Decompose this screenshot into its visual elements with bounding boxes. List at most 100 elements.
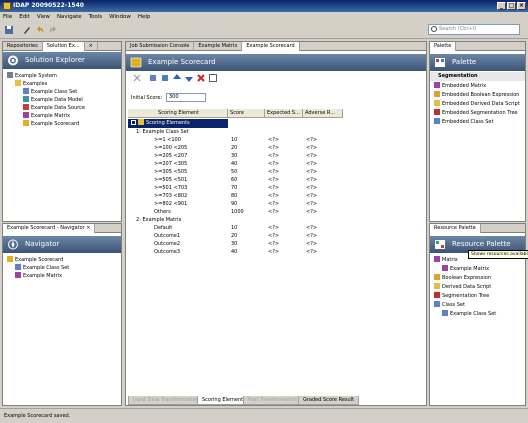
undo-icon[interactable] <box>35 25 45 35</box>
pencil-icon[interactable] <box>22 25 32 35</box>
tree-item-matrix[interactable]: Example Matrix <box>23 112 70 120</box>
score-cell[interactable]: 40 <box>229 248 265 257</box>
tab-close-icon[interactable]: × <box>85 42 98 51</box>
palette-item-class-set[interactable]: Embedded Class Set <box>434 118 493 126</box>
editor-toolbar <box>126 72 426 84</box>
tab-example-scorecard[interactable]: Example Scorecard <box>242 42 300 51</box>
tree-item-data-source[interactable]: Example Data Source <box>23 104 85 112</box>
tab-graded-score-result[interactable]: Graded Score Result <box>298 396 360 405</box>
resource-item-segmentation-tree[interactable]: Segmentation Tree <box>434 292 489 300</box>
cut-icon[interactable] <box>132 73 142 83</box>
tree-item-data-model[interactable]: Example Data Model <box>23 96 83 104</box>
tree-item-system[interactable]: Example System <box>7 72 57 80</box>
data-model-icon <box>23 96 29 102</box>
palette-item-derived-script[interactable]: Embedded Derived Data Script <box>434 100 520 108</box>
resource-item-derived-script[interactable]: Derived Data Script <box>434 283 491 291</box>
tree-item-class-set[interactable]: Example Class Set <box>23 88 77 96</box>
save-icon[interactable] <box>4 25 14 35</box>
resource-item-example-class-set[interactable]: Example Class Set <box>442 310 496 318</box>
tab-example-matrix[interactable]: Example Matrix <box>194 42 243 51</box>
tab-resource-palette[interactable]: Resource Palette <box>430 224 481 233</box>
palette-section-segmentation[interactable]: Segmentation <box>430 72 525 81</box>
title-bar: IDAP 20090522-1540 _ □ × <box>0 0 528 12</box>
palette-panel: Palette Palette Segmentation Embedded Ma… <box>429 41 526 222</box>
expected-cell[interactable]: <?> <box>266 248 303 257</box>
tree-icon <box>434 292 440 298</box>
close-button[interactable]: × <box>517 2 526 10</box>
score-cell[interactable]: 1000 <box>229 208 265 217</box>
resource-item-example-matrix[interactable]: Example Matrix <box>442 265 489 273</box>
gear-icon <box>8 55 18 66</box>
window-title: IDAP 20090522-1540 <box>13 2 84 9</box>
move-up-icon[interactable] <box>172 73 182 83</box>
palette-item-boolean[interactable]: Embedded Boolean Expression <box>434 91 519 99</box>
menu-navigate[interactable]: Navigate <box>57 14 82 20</box>
search-placeholder: Search (Ctrl+I) <box>439 26 477 32</box>
resource-item-boolean[interactable]: Boolean Expression <box>434 274 491 282</box>
column-header-expected[interactable]: Expected S... <box>265 109 303 118</box>
class-set-icon <box>442 310 448 316</box>
tree-item-scorecard[interactable]: Example Scorecard <box>23 120 79 128</box>
maximize-button[interactable]: □ <box>507 2 516 10</box>
editor-tabs: Job Submission Console Example Matrix Ex… <box>126 42 426 51</box>
class-set-icon <box>434 301 440 307</box>
matrix-icon <box>434 256 440 262</box>
column-header-element[interactable]: Scoring Element <box>128 109 228 118</box>
properties-icon[interactable] <box>208 73 218 83</box>
status-text: Example Scorecard saved. <box>4 413 71 419</box>
menu-help[interactable]: Help <box>138 14 151 20</box>
expected-cell[interactable]: <?> <box>266 208 303 217</box>
scorecard-icon <box>130 57 142 68</box>
column-header-adverse[interactable]: Adverse R... <box>303 109 343 118</box>
scorecard-icon <box>7 256 13 262</box>
matrix-icon <box>442 265 448 271</box>
menu-edit[interactable]: Edit <box>19 14 30 20</box>
matrix-icon <box>23 112 29 118</box>
search-input[interactable]: Search (Ctrl+I) <box>428 24 520 35</box>
navigator-panel: Example Scorecard - Navigator × Navigato… <box>2 223 122 406</box>
add-element-icon[interactable] <box>148 73 158 83</box>
menu-tools[interactable]: Tools <box>89 14 103 20</box>
nav-item-class-set[interactable]: Example Class Set <box>15 264 69 272</box>
redo-icon[interactable] <box>48 25 58 35</box>
tab-solution-explorer[interactable]: Solution Ex... <box>42 42 85 51</box>
column-header-score[interactable]: Score <box>228 109 265 118</box>
main-toolbar: Search (Ctrl+I) <box>0 21 528 39</box>
solution-explorer-header: Solution Explorer <box>3 52 121 69</box>
collapse-icon[interactable] <box>131 120 136 125</box>
tab-palette[interactable]: Palette <box>430 42 457 51</box>
menu-file[interactable]: File <box>3 14 12 20</box>
delete-icon[interactable] <box>196 73 206 83</box>
minimize-button[interactable]: _ <box>497 2 506 10</box>
boolean-icon <box>434 91 440 97</box>
nav-item-scorecard[interactable]: Example Scorecard <box>7 256 63 264</box>
initial-score-input[interactable]: 300 <box>166 93 206 102</box>
tree-icon <box>434 109 440 115</box>
resource-item-class-set[interactable]: Class Set <box>434 301 465 309</box>
palette-item-matrix[interactable]: Embedded Matrix <box>434 82 486 90</box>
tree-item-examples[interactable]: Examples <box>15 80 47 88</box>
nav-item-matrix[interactable]: Example Matrix <box>15 272 62 280</box>
scorecard-editor: Job Submission Console Example Matrix Ex… <box>125 41 427 406</box>
palette-item-segmentation-tree[interactable]: Embedded Segmentation Tree <box>434 109 518 117</box>
menu-view[interactable]: View <box>37 14 50 20</box>
resource-palette-title: Resource Palette <box>452 240 511 248</box>
tab-input-transformation[interactable]: Input Data Transformation <box>128 396 204 405</box>
move-down-icon[interactable] <box>184 73 194 83</box>
table-row[interactable]: Outcome3 <box>128 248 228 257</box>
class-set-icon <box>434 118 440 124</box>
tab-navigator[interactable]: Example Scorecard - Navigator × <box>3 224 96 233</box>
resource-item-matrix[interactable]: Matrix <box>434 256 458 264</box>
tab-post-transformation[interactable]: Post Transformation <box>243 396 303 405</box>
palette-tabs: Palette <box>430 42 525 51</box>
table-row-root[interactable]: Scoring Elements <box>128 119 228 128</box>
tab-job-submission[interactable]: Job Submission Console <box>126 42 195 51</box>
palette-header: Palette <box>430 54 525 71</box>
add-child-icon[interactable] <box>160 73 170 83</box>
editor-title: Example Scorecard <box>148 58 216 66</box>
class-set-icon <box>23 88 29 94</box>
menu-window[interactable]: Window <box>109 14 131 20</box>
adverse-cell[interactable]: <?> <box>304 208 343 217</box>
adverse-cell[interactable]: <?> <box>304 248 343 257</box>
tab-repositories[interactable]: Repositories <box>3 42 43 51</box>
